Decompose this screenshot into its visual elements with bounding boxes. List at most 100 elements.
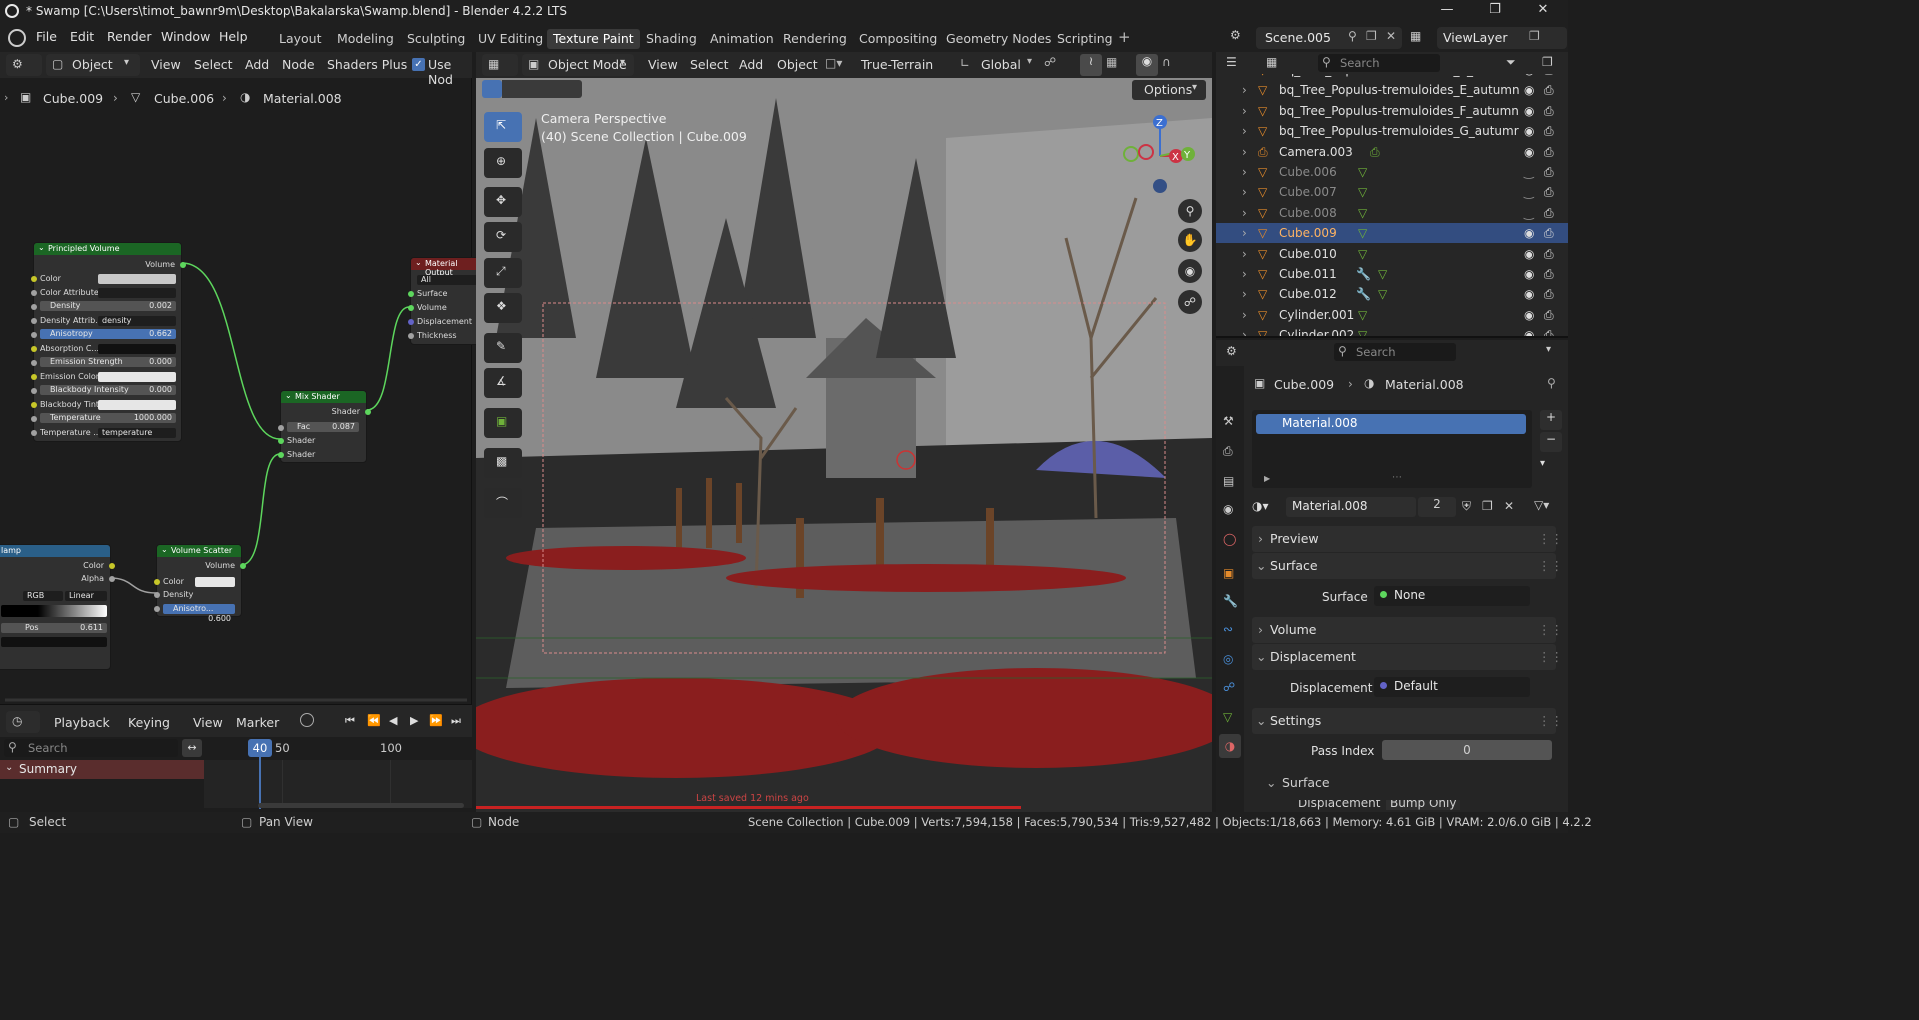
camera-view-icon[interactable]: ◉ [1178, 259, 1202, 283]
record-icon[interactable] [300, 713, 314, 727]
outliner-row[interactable]: › ▽ Cube.012 🔧 ▽ ◉ ⎙ [1216, 284, 1568, 305]
tab-sculpting[interactable]: Sculpting [401, 29, 471, 49]
interpolation-dropdown[interactable]: Linear [65, 591, 107, 601]
play-reverse-icon[interactable]: ◀ [389, 714, 397, 727]
editor-type-3d-icon[interactable]: ▦ [482, 54, 518, 76]
output-socket[interactable] [180, 262, 186, 268]
input-socket[interactable] [408, 333, 414, 339]
pan-hand-icon[interactable]: ✋ [1178, 228, 1202, 252]
chevron-right-icon[interactable]: › [1242, 142, 1247, 162]
minimize-icon[interactable]: — [1432, 2, 1462, 22]
viewlayer-selector[interactable]: ViewLayer ❐ [1437, 27, 1567, 49]
material-name-field[interactable]: Material.008 [1286, 497, 1416, 517]
options-dropdown[interactable]: Options ▾ [1132, 80, 1206, 100]
unlink-material-icon[interactable]: ✕ [1504, 499, 1514, 513]
browse-material-icon[interactable]: ◑▾ [1252, 499, 1269, 513]
render-camera-icon[interactable]: ⎙ [1544, 101, 1554, 121]
fake-user-icon[interactable]: ⛨ [1462, 499, 1471, 514]
chevron-down-icon[interactable]: ▾ [1540, 458, 1545, 469]
input-socket[interactable] [408, 291, 414, 297]
density-field[interactable]: Density 0.002 [40, 301, 176, 311]
editor-type-properties-icon[interactable]: ⚙ [1226, 344, 1237, 358]
mesh-data-icon[interactable]: ▽ [1358, 244, 1367, 264]
temperature-field[interactable]: Temperature 1000.000 [40, 413, 176, 423]
input-socket[interactable] [278, 425, 284, 431]
node-header[interactable]: ⌄ Principled Volume [34, 243, 181, 255]
input-socket[interactable] [278, 452, 284, 458]
render-camera-icon[interactable]: ⎙ [1544, 264, 1554, 284]
input-socket[interactable] [31, 346, 37, 352]
render-camera-icon[interactable]: ⎙ [1544, 74, 1554, 80]
true-terrain-menu[interactable]: True-Terrain [861, 57, 933, 72]
measure-tool-icon[interactable]: ∡ [484, 368, 522, 398]
input-socket[interactable] [154, 579, 160, 585]
search-input[interactable]: Search [1340, 56, 1380, 70]
snap-icon[interactable]: ≀ [1080, 54, 1102, 76]
grid-tool-icon[interactable]: ▩ [484, 448, 522, 478]
panel-preview[interactable]: › Preview ⋮⋮ [1252, 526, 1563, 552]
render-camera-icon[interactable]: ⎙ [1544, 121, 1554, 141]
input-socket[interactable] [154, 592, 160, 598]
menu-file[interactable]: File [36, 29, 57, 44]
timeline-menu-keying[interactable]: Keying [128, 715, 170, 730]
chevron-right-icon[interactable]: › [1242, 80, 1247, 100]
color-swatch[interactable] [195, 577, 235, 587]
material-tab-icon[interactable]: ◑ [1219, 734, 1241, 758]
tab-scripting[interactable]: Scripting [1051, 29, 1119, 49]
fac-field[interactable]: Fac 0.087 [287, 422, 359, 432]
pin-icon[interactable]: ⚲ [1348, 29, 1357, 43]
subpanel-surface[interactable]: ⌄ Surface [1260, 772, 1556, 794]
outliner-row[interactable]: › ▽ bq_Tree_Populus-tremuloides_G_autumr ◉ ⎙ [1216, 121, 1568, 142]
menu-window[interactable]: Window [161, 29, 210, 44]
physics-tab-icon[interactable]: ◎ [1223, 652, 1233, 666]
mesh-data-icon[interactable]: ▽ [1358, 325, 1367, 336]
summary-row[interactable]: ⌄ Summary [0, 760, 204, 779]
outliner-row[interactable]: › ▽ Cylinder.002 ▽ ◉ ⎙ [1216, 325, 1568, 336]
color-ramp-node[interactable]: lamp Color Alpha RGB Linear Pos 0.611 [0, 544, 115, 670]
panel-volume[interactable]: › Volume ⋮⋮ [1252, 617, 1563, 643]
surface-shader-field[interactable]: None [1374, 586, 1530, 606]
pass-index-field[interactable]: 0 [1382, 740, 1552, 760]
modifier-tab-icon[interactable]: 🔧 [1223, 594, 1238, 608]
falloff-icon[interactable]: ∩ [1162, 55, 1171, 69]
timeline-menu-view[interactable]: View [193, 715, 223, 730]
tab-layout[interactable]: Layout [273, 29, 328, 49]
input-socket[interactable] [278, 438, 284, 444]
mesh-data-icon[interactable]: ▽ [1358, 305, 1367, 325]
drag-handle-icon[interactable]: ⋮⋮ [1538, 553, 1563, 579]
stop-color-swatch[interactable] [1, 637, 107, 647]
input-socket[interactable] [31, 276, 37, 282]
output-socket[interactable] [109, 563, 115, 569]
gizmo-neg-y-axis[interactable] [1123, 146, 1139, 162]
target-dropdown[interactable]: All [417, 275, 477, 285]
render-camera-icon[interactable]: ⎙ [1544, 182, 1554, 202]
outliner-row[interactable]: › ▽ Cube.008 ▽ ‿ ⎙ [1216, 202, 1568, 223]
outliner-row[interactable]: › ▽ bq_Tree_Populus-tremuloides_E_autumn ◉ ⎙ [1216, 74, 1568, 80]
mix-shader-node[interactable]: ⌄ Mix Shader Shader Fac 0.087 Shader Shade… [278, 390, 371, 463]
output-socket[interactable] [109, 576, 115, 582]
timeline-menu-playback[interactable]: Playback [54, 715, 110, 730]
mesh-data-icon[interactable]: ▽ [1358, 203, 1367, 223]
blackbody-tint-swatch[interactable] [98, 400, 176, 410]
chevron-down-icon[interactable]: ▾ [1546, 344, 1551, 355]
mesh-data-icon[interactable]: ▽ [1358, 223, 1367, 243]
render-camera-icon[interactable]: ⎙ [1544, 80, 1554, 100]
viewport-menu-add[interactable]: Add [739, 57, 763, 72]
input-socket[interactable] [31, 416, 37, 422]
blender-menu-icon[interactable] [8, 29, 26, 47]
render-camera-icon[interactable]: ⎙ [1544, 305, 1554, 325]
outliner-row[interactable]: › ▽ Cylinder.001 ▽ ◉ ⎙ [1216, 304, 1568, 325]
eye-icon[interactable]: ◉ [1524, 101, 1534, 121]
data-tab-icon[interactable]: ▽ [1223, 710, 1232, 724]
editor-type-outliner-icon[interactable]: ☰ [1226, 55, 1237, 69]
eye-icon[interactable]: ◉ [1524, 264, 1534, 284]
chevron-right-icon[interactable]: › [1242, 203, 1247, 223]
drag-handle-icon[interactable]: ⋮⋮ [1538, 526, 1563, 552]
input-socket[interactable] [154, 606, 160, 612]
properties-search[interactable]: ⚲ Search [1334, 343, 1456, 361]
panel-settings[interactable]: ⌄ Settings ⋮⋮ [1252, 708, 1563, 734]
navigation-gizmo[interactable]: Z X Y [1116, 110, 1206, 200]
select-extend-icon[interactable] [502, 80, 522, 98]
filter-icon[interactable]: ⏷ [1506, 55, 1516, 70]
add-workspace-icon[interactable]: + [1118, 28, 1131, 46]
